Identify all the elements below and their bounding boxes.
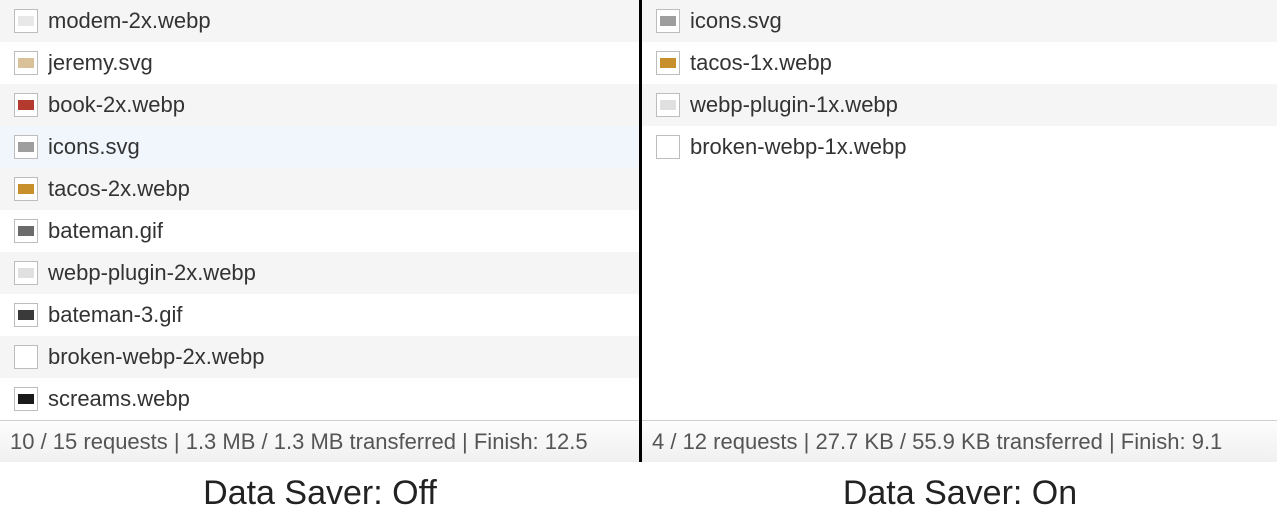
file-thumbnail-icon xyxy=(656,93,680,117)
comparison-container: modem-2x.webp jeremy.svg book-2x.webp icons… xyxy=(0,0,1280,462)
request-list-right[interactable]: icons.svg tacos-1x.webp webp-plugin-1x.web… xyxy=(642,0,1277,420)
request-row[interactable]: broken-webp-2x.webp xyxy=(0,336,639,378)
file-name: bateman-3.gif xyxy=(48,302,183,328)
file-thumbnail-icon xyxy=(14,177,38,201)
request-row[interactable]: book-2x.webp xyxy=(0,84,639,126)
file-thumbnail-swatch xyxy=(18,352,34,362)
file-thumbnail-icon xyxy=(14,51,38,75)
file-thumbnail-icon xyxy=(656,135,680,159)
caption-row: Data Saver: Off Data Saver: On xyxy=(0,462,1280,513)
file-name: tacos-2x.webp xyxy=(48,176,190,202)
file-thumbnail-swatch xyxy=(18,184,34,194)
file-name: screams.webp xyxy=(48,386,190,412)
file-name: broken-webp-1x.webp xyxy=(690,134,906,160)
file-name: webp-plugin-2x.webp xyxy=(48,260,256,286)
network-pane-left: modem-2x.webp jeremy.svg book-2x.webp icons… xyxy=(0,0,642,462)
file-thumbnail-swatch xyxy=(18,226,34,236)
file-name: jeremy.svg xyxy=(48,50,153,76)
file-thumbnail-swatch xyxy=(660,58,676,68)
file-thumbnail-icon xyxy=(14,261,38,285)
file-thumbnail-icon xyxy=(14,303,38,327)
status-bar-left: 10 / 15 requests | 1.3 MB / 1.3 MB trans… xyxy=(0,420,639,462)
file-name: bateman.gif xyxy=(48,218,163,244)
request-row[interactable]: icons.svg xyxy=(0,126,639,168)
file-thumbnail-swatch xyxy=(18,16,34,26)
file-thumbnail-icon xyxy=(14,345,38,369)
file-thumbnail-swatch xyxy=(18,310,34,320)
file-thumbnail-swatch xyxy=(18,394,34,404)
status-text-left: 10 / 15 requests | 1.3 MB / 1.3 MB trans… xyxy=(10,429,588,455)
request-row[interactable]: webp-plugin-1x.webp xyxy=(642,84,1277,126)
file-thumbnail-icon xyxy=(14,387,38,411)
request-row[interactable]: icons.svg xyxy=(642,0,1277,42)
request-row[interactable]: bateman-3.gif xyxy=(0,294,639,336)
file-name: icons.svg xyxy=(48,134,140,160)
file-name: tacos-1x.webp xyxy=(690,50,832,76)
file-thumbnail-swatch xyxy=(660,16,676,26)
status-bar-right: 4 / 12 requests | 27.7 KB / 55.9 KB tran… xyxy=(642,420,1277,462)
file-thumbnail-swatch xyxy=(18,100,34,110)
file-thumbnail-icon xyxy=(14,9,38,33)
status-text-right: 4 / 12 requests | 27.7 KB / 55.9 KB tran… xyxy=(652,429,1222,455)
file-name: webp-plugin-1x.webp xyxy=(690,92,898,118)
file-thumbnail-icon xyxy=(14,219,38,243)
request-row[interactable]: bateman.gif xyxy=(0,210,639,252)
file-name: modem-2x.webp xyxy=(48,8,211,34)
request-row[interactable]: broken-webp-1x.webp xyxy=(642,126,1277,168)
request-row[interactable]: webp-plugin-2x.webp xyxy=(0,252,639,294)
file-thumbnail-swatch xyxy=(660,142,676,152)
file-thumbnail-swatch xyxy=(18,142,34,152)
request-row[interactable]: tacos-2x.webp xyxy=(0,168,639,210)
caption-right: Data Saver: On xyxy=(640,462,1280,513)
file-thumbnail-swatch xyxy=(18,58,34,68)
request-row[interactable]: jeremy.svg xyxy=(0,42,639,84)
request-list-left[interactable]: modem-2x.webp jeremy.svg book-2x.webp icons… xyxy=(0,0,639,420)
file-thumbnail-icon xyxy=(14,93,38,117)
caption-left: Data Saver: Off xyxy=(0,462,640,513)
request-row[interactable]: modem-2x.webp xyxy=(0,0,639,42)
file-thumbnail-icon xyxy=(14,135,38,159)
file-name: icons.svg xyxy=(690,8,782,34)
network-pane-right: icons.svg tacos-1x.webp webp-plugin-1x.web… xyxy=(642,0,1277,462)
file-thumbnail-swatch xyxy=(660,100,676,110)
request-row[interactable]: screams.webp xyxy=(0,378,639,420)
file-name: broken-webp-2x.webp xyxy=(48,344,264,370)
file-thumbnail-swatch xyxy=(18,268,34,278)
request-row[interactable]: tacos-1x.webp xyxy=(642,42,1277,84)
file-name: book-2x.webp xyxy=(48,92,185,118)
file-thumbnail-icon xyxy=(656,51,680,75)
file-thumbnail-icon xyxy=(656,9,680,33)
